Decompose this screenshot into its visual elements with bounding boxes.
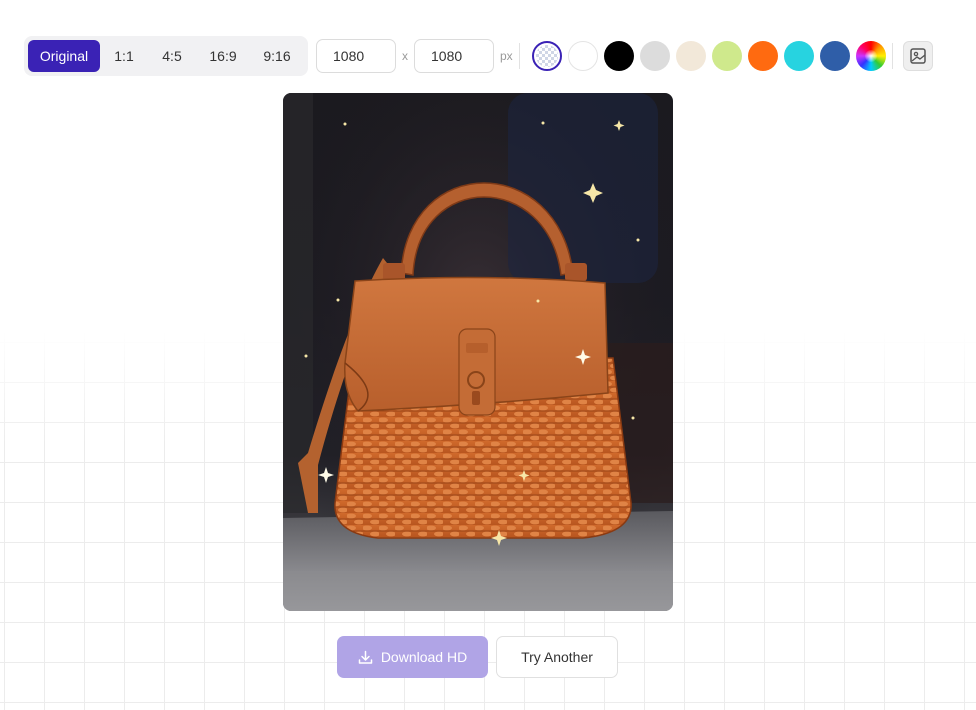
unit-label: px xyxy=(500,49,513,63)
image-background-button[interactable] xyxy=(902,41,933,71)
swatch-light-gray[interactable] xyxy=(639,41,670,71)
ratio-16-9-button[interactable]: 16:9 xyxy=(196,40,250,72)
width-input[interactable]: 1080 xyxy=(316,39,396,73)
toolbar-divider xyxy=(518,43,520,69)
toolbar-divider-2 xyxy=(891,43,893,69)
aspect-ratio-group: Original 1:1 4:5 16:9 9:16 xyxy=(24,36,308,76)
swatch-white[interactable] xyxy=(567,41,598,71)
wicker-handbag-image xyxy=(283,93,673,611)
swatch-black[interactable] xyxy=(603,41,634,71)
image-icon xyxy=(909,48,926,64)
checker-pattern xyxy=(535,45,558,67)
ratio-4-5-button[interactable]: 4:5 xyxy=(148,40,196,72)
times-separator: x xyxy=(402,49,408,63)
download-icon xyxy=(358,650,373,665)
toolbar: Original 1:1 4:5 16:9 9:16 1080 x 1080 p… xyxy=(24,36,933,76)
custom-color-picker-icon[interactable] xyxy=(855,41,886,71)
swatch-orange[interactable] xyxy=(747,41,778,71)
swatch-cyan[interactable] xyxy=(783,41,814,71)
ratio-1-1-button[interactable]: 1:1 xyxy=(100,40,148,72)
download-hd-label: Download HD xyxy=(380,649,468,665)
swatch-blue[interactable] xyxy=(819,41,850,71)
swatch-transparent[interactable] xyxy=(531,41,562,71)
download-hd-button[interactable]: Download HD xyxy=(337,636,488,678)
try-another-button[interactable]: Try Another xyxy=(496,636,618,678)
swatch-lime[interactable] xyxy=(711,41,742,71)
ratio-9-16-button[interactable]: 9:16 xyxy=(250,40,304,72)
ratio-original-button[interactable]: Original xyxy=(28,40,100,72)
action-buttons: Download HD Try Another xyxy=(337,636,618,678)
swatch-cream[interactable] xyxy=(675,41,706,71)
result-preview-image xyxy=(283,93,673,611)
height-input[interactable]: 1080 xyxy=(414,39,494,73)
